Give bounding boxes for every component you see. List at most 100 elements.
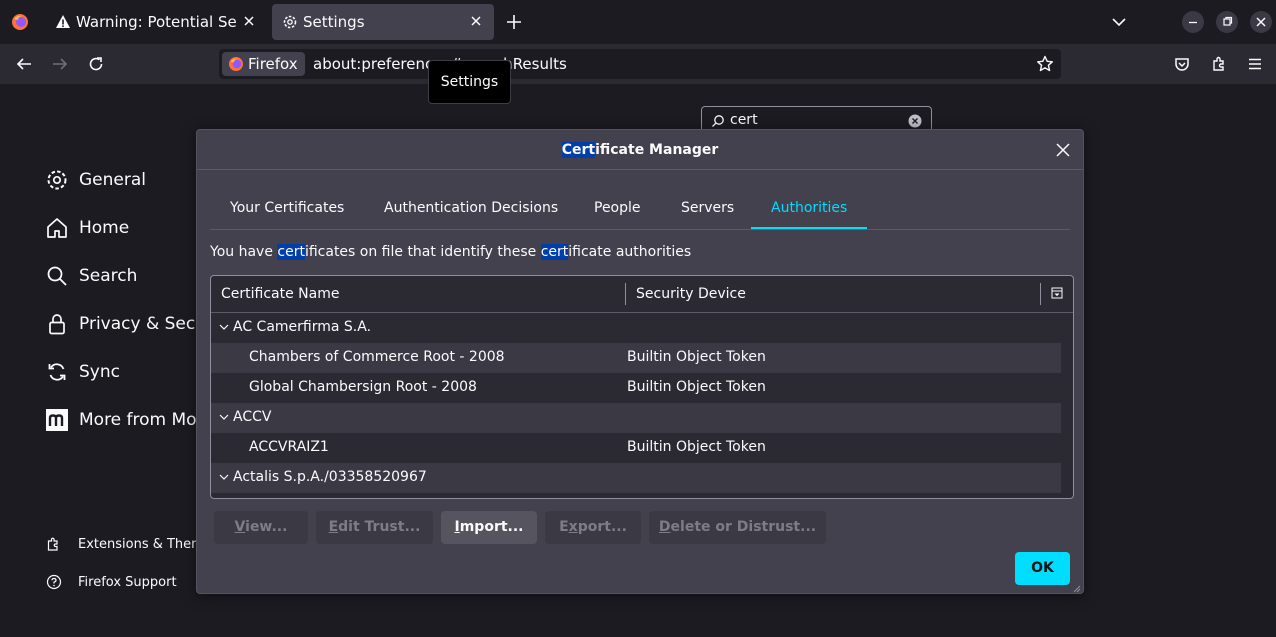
tab-warning[interactable]: Warning: Potential Securi — [45, 4, 267, 40]
dialog-title: Certificate Manager — [197, 130, 1083, 170]
gear-icon — [47, 170, 67, 190]
sync-icon — [48, 363, 66, 381]
sidebar-item-sync[interactable]: Sync — [45, 358, 120, 386]
tree-row-certificate[interactable]: ACCVRAIZ1 Builtin Object Token — [211, 433, 1061, 463]
certificate-tree[interactable]: Certificate Name Security Device AC Came… — [210, 275, 1074, 499]
chevron-down-icon[interactable] — [219, 472, 229, 482]
forward-arrow-icon[interactable] — [51, 55, 69, 73]
close-icon — [1256, 17, 1266, 27]
intro-text: ificate authorities — [568, 244, 692, 260]
security-device: Builtin Object Token — [627, 349, 766, 365]
intro-highlight: cert — [277, 244, 305, 260]
identity-label: Firefox — [248, 55, 298, 73]
tree-row-group[interactable]: AC Camerfirma S.A. — [211, 313, 1061, 343]
sidebar-item-label: Sync — [79, 362, 120, 382]
firefox-logo-icon[interactable] — [11, 13, 29, 31]
access-key: x — [568, 519, 578, 535]
reload-icon[interactable] — [87, 55, 105, 73]
settings-search-value: cert — [730, 112, 758, 128]
security-device: Builtin Object Token — [627, 439, 766, 455]
search-icon — [712, 115, 724, 127]
export-button[interactable]: Export... — [545, 511, 641, 544]
title-rest: ificate Manager — [595, 142, 719, 158]
pocket-icon[interactable] — [1173, 55, 1191, 73]
button-label: elete or Distrust... — [670, 519, 817, 535]
ok-button[interactable]: OK — [1015, 552, 1070, 585]
sidebar-item-general[interactable]: General — [45, 166, 146, 194]
tab-people[interactable]: People — [574, 188, 661, 229]
button-label: E — [559, 519, 569, 535]
tree-row-certificate[interactable]: Global Chambersign Root - 2008 Builtin O… — [211, 373, 1061, 403]
group-name: Actalis S.p.A./03358520967 — [233, 469, 427, 485]
close-tab-icon[interactable] — [241, 13, 257, 29]
tab-authentication-decisions[interactable]: Authentication Decisions — [364, 188, 578, 229]
sidebar-item-label: Search — [79, 266, 138, 286]
puzzle-icon — [47, 537, 58, 551]
button-label: port... — [577, 519, 627, 535]
button-label: dit Trust... — [338, 519, 421, 535]
search-icon — [47, 266, 67, 286]
access-key: E — [328, 519, 339, 535]
restore-button[interactable] — [1216, 11, 1238, 33]
column-splitter[interactable] — [625, 283, 626, 305]
new-tab-icon[interactable] — [505, 13, 523, 31]
button-label: iew... — [245, 519, 288, 535]
import-button[interactable]: Import... — [441, 511, 537, 544]
certificate-manager-dialog: Certificate Manager Your Certificates Au… — [196, 129, 1084, 594]
tab-strip: Warning: Potential Securi Settings — [0, 0, 1276, 44]
list-all-tabs-icon[interactable] — [1110, 13, 1128, 31]
chevron-down-icon[interactable] — [219, 412, 229, 422]
sidebar-support-link[interactable]: Firefox Support — [46, 574, 177, 590]
close-tab-icon[interactable] — [468, 13, 484, 29]
security-device: Builtin Object Token — [627, 379, 766, 395]
sidebar-item-search[interactable]: Search — [45, 262, 137, 290]
help-icon — [46, 574, 62, 590]
menu-hamburger-icon[interactable] — [1246, 55, 1264, 73]
tab-your-certificates[interactable]: Your Certificates — [210, 188, 364, 229]
close-icon[interactable] — [1054, 141, 1072, 159]
tab-authorities[interactable]: Authorities — [751, 188, 868, 229]
authorities-description: You have certificates on file that ident… — [210, 244, 691, 260]
tab-title: Warning: Potential Securi — [76, 13, 236, 31]
column-header-certificate-name[interactable]: Certificate Name — [221, 286, 339, 302]
warning-icon — [56, 15, 70, 28]
column-header-security-device[interactable]: Security Device — [636, 286, 746, 302]
group-name: AC Camerfirma S.A. — [233, 319, 372, 335]
lock-icon — [49, 314, 65, 335]
minimize-button[interactable] — [1182, 11, 1204, 33]
group-name: ACCV — [233, 409, 272, 425]
resize-grip-icon[interactable] — [1073, 585, 1081, 593]
intro-highlight: cert — [540, 244, 569, 260]
sidebar-item-home[interactable]: Home — [45, 214, 129, 242]
intro-text: ificates on file that identify these — [304, 244, 541, 260]
clear-search-icon[interactable] — [908, 114, 922, 128]
column-picker-icon[interactable] — [1051, 287, 1063, 299]
sidebar-item-label: Firefox Support — [78, 574, 177, 590]
title-highlight: Cert — [561, 142, 596, 158]
delete-or-distrust-button[interactable]: Delete or Distrust... — [649, 511, 826, 544]
tree-row-group[interactable]: ACCV — [211, 403, 1061, 433]
tree-row-group[interactable]: Actalis S.p.A./03358520967 — [211, 463, 1061, 493]
tab-servers[interactable]: Servers — [661, 188, 754, 229]
intro-text: You have — [210, 244, 278, 260]
tab-title: Settings — [303, 13, 365, 31]
sidebar-item-label: General — [79, 170, 146, 190]
extensions-icon[interactable] — [1210, 55, 1228, 73]
close-window-button[interactable] — [1250, 11, 1272, 33]
certificate-tabs: Your Certificates Authentication Decisio… — [210, 188, 1070, 230]
bookmark-star-icon[interactable] — [1036, 55, 1054, 73]
tab-settings[interactable]: Settings — [272, 4, 494, 40]
column-splitter[interactable] — [1040, 283, 1041, 305]
view-button[interactable]: View... — [214, 511, 308, 544]
tree-header: Certificate Name Security Device — [211, 276, 1073, 313]
sidebar-extensions-link[interactable]: Extensions & Themes — [46, 536, 219, 552]
certificate-name: Chambers of Commerce Root - 2008 — [249, 349, 505, 365]
button-label: mport... — [459, 519, 524, 535]
tab-tooltip: Settings — [428, 60, 511, 104]
chevron-down-icon[interactable] — [219, 322, 229, 332]
back-arrow-icon[interactable] — [15, 55, 33, 73]
access-key: V — [234, 519, 246, 535]
tree-row-certificate[interactable]: Chambers of Commerce Root - 2008 Builtin… — [211, 343, 1061, 373]
minimize-icon — [1189, 21, 1197, 24]
edit-trust-button[interactable]: Edit Trust... — [316, 511, 433, 544]
